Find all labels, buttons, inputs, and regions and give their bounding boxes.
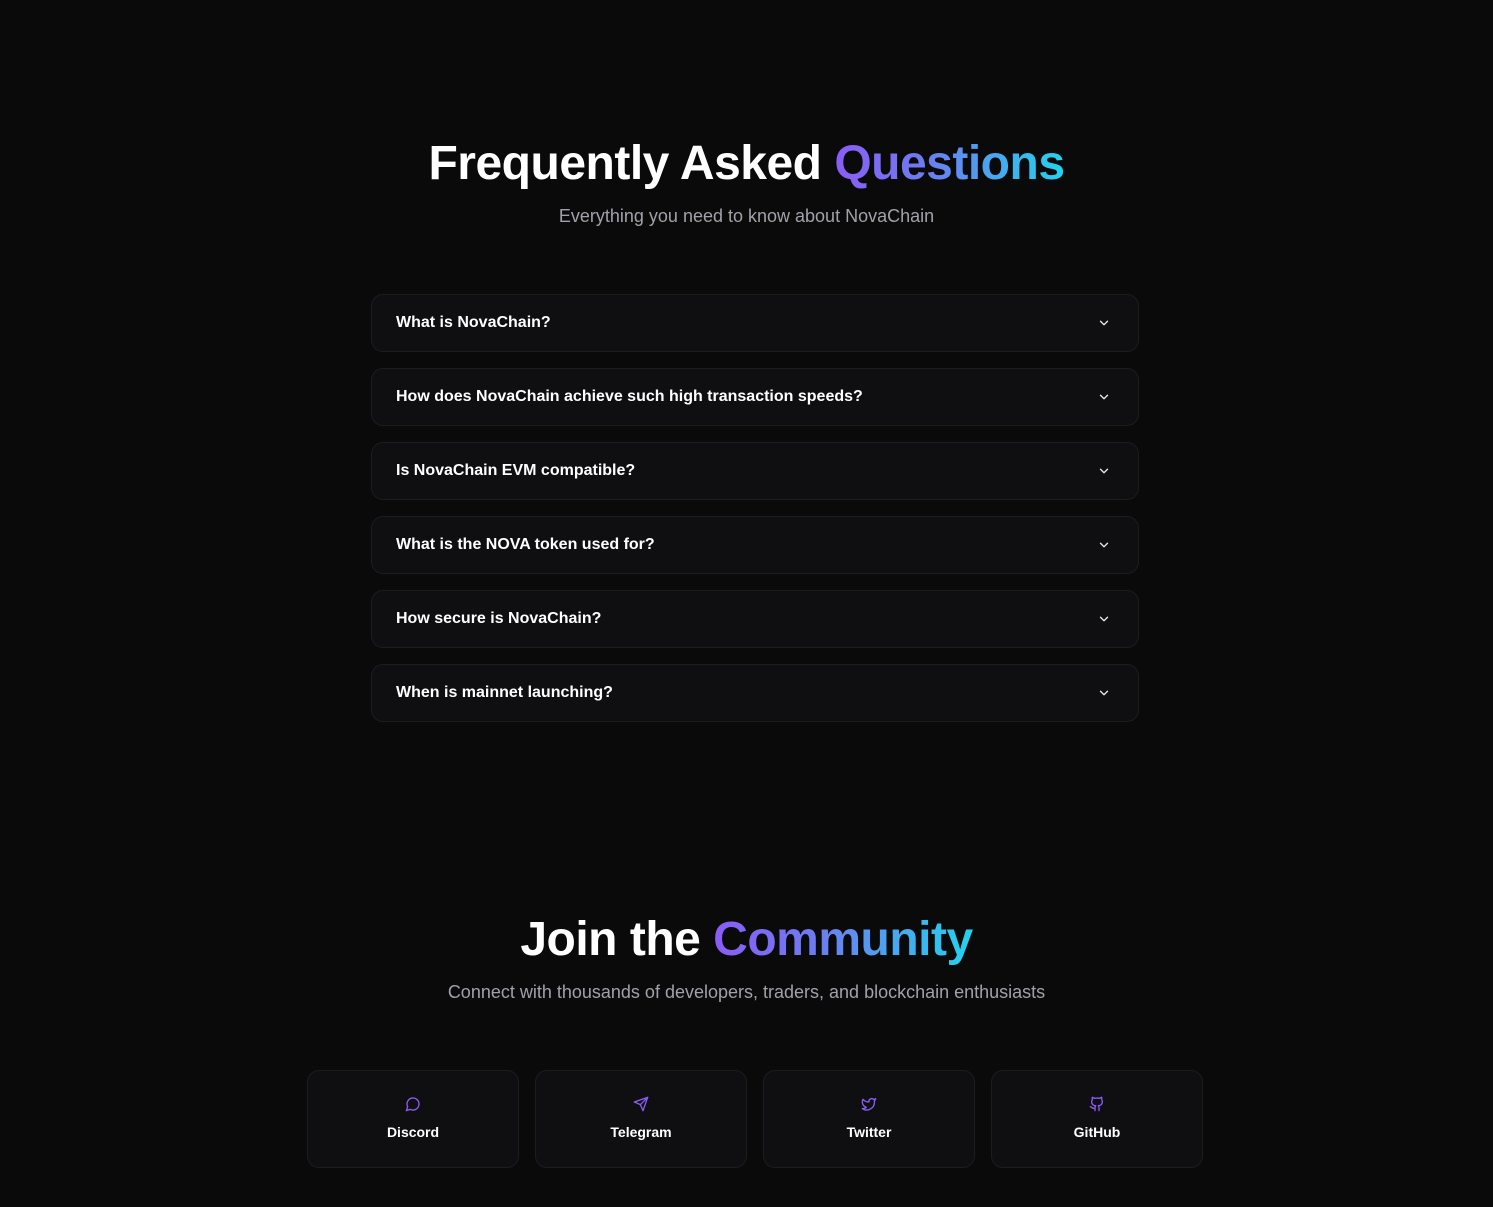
faq-item[interactable]: How secure is NovaChain?	[371, 590, 1139, 648]
telegram-label: Telegram	[610, 1124, 672, 1140]
faq-item[interactable]: When is mainnet launching?	[371, 664, 1139, 722]
faq-title-plain: Frequently Asked	[428, 137, 835, 190]
discord-label: Discord	[386, 1124, 440, 1140]
chevron-down-icon	[1094, 313, 1114, 333]
faq-title: Frequently Asked Questions	[0, 136, 1493, 192]
github-link[interactable]: GitHub	[991, 1070, 1203, 1168]
twitter-label: Twitter	[846, 1124, 892, 1140]
chevron-down-icon	[1094, 609, 1114, 629]
discord-link[interactable]: Discord	[307, 1070, 519, 1168]
community-title: Join the Community	[0, 912, 1493, 968]
github-icon	[1088, 1095, 1106, 1113]
faq-question: What is NovaChain?	[396, 314, 551, 331]
community-subtitle: Connect with thousands of developers, tr…	[447, 982, 1046, 1002]
faq-question: How does NovaChain achieve such high tra…	[396, 388, 863, 405]
faq-title-accent: Questions	[834, 137, 1065, 190]
faq-subtitle: Everything you need to know about NovaCh…	[558, 206, 935, 226]
community-title-accent: Community	[713, 913, 973, 966]
faq-question: When is mainnet launching?	[396, 684, 613, 701]
chevron-down-icon	[1094, 683, 1114, 703]
faq-item[interactable]: What is the NOVA token used for?	[371, 516, 1139, 574]
page: Frequently Asked Questions Everything yo…	[0, 0, 1493, 1207]
message-circle-icon	[404, 1095, 422, 1113]
send-icon	[632, 1095, 650, 1113]
faq-list: What is NovaChain? How does NovaChain ac…	[371, 294, 1139, 738]
twitter-bird-icon	[860, 1095, 878, 1113]
chevron-down-icon	[1094, 461, 1114, 481]
faq-item[interactable]: Is NovaChain EVM compatible?	[371, 442, 1139, 500]
github-label: GitHub	[1073, 1124, 1121, 1140]
chevron-down-icon	[1094, 387, 1114, 407]
chevron-down-icon	[1094, 535, 1114, 555]
faq-question: Is NovaChain EVM compatible?	[396, 462, 636, 479]
social-links: Discord Telegram Twitter GitHub	[307, 1070, 1203, 1168]
community-title-plain: Join the	[520, 913, 714, 966]
faq-item[interactable]: How does NovaChain achieve such high tra…	[371, 368, 1139, 426]
faq-item[interactable]: What is NovaChain?	[371, 294, 1139, 352]
twitter-link[interactable]: Twitter	[763, 1070, 975, 1168]
faq-question: How secure is NovaChain?	[396, 610, 602, 627]
telegram-link[interactable]: Telegram	[535, 1070, 747, 1168]
faq-question: What is the NOVA token used for?	[396, 536, 655, 553]
